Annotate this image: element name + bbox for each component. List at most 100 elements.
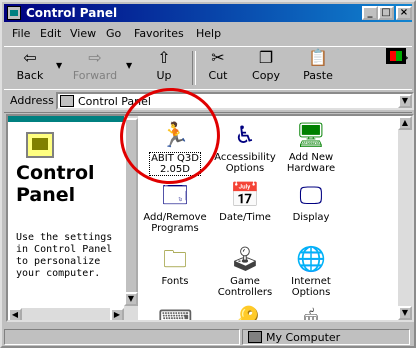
scroll-up-icon[interactable]: ▲ [398, 116, 412, 130]
paste-label: Paste [303, 69, 333, 82]
address-label: Address [10, 94, 54, 107]
up-label: Up [156, 69, 172, 82]
item-label: Date/Time [218, 212, 272, 223]
fonts-icon: 🗀 [163, 245, 187, 273]
calendar-icon: 📅 [230, 181, 260, 209]
forward-dropdown-icon[interactable]: ▼ [126, 61, 132, 70]
item-date-time[interactable]: 📅 Date/Time [212, 180, 278, 223]
label-line-2: Options [291, 287, 331, 298]
label-line-2: Controllers [217, 287, 273, 298]
vertical-scrollbar[interactable]: ▲ ▼ [398, 116, 412, 320]
copy-icon: ❐ [258, 48, 274, 67]
item-label: Display [292, 212, 331, 223]
item-fonts[interactable]: 🗀 Fonts [142, 244, 208, 287]
menu-help[interactable]: Help [196, 27, 221, 40]
label-line-1: Fonts [161, 276, 189, 287]
scroll-down-icon[interactable]: ▼ [124, 292, 138, 306]
forward-arrow-icon: ⇨ [88, 48, 102, 67]
scroll-left-icon[interactable]: ◀ [8, 308, 22, 320]
item-display[interactable]: 🖵 Display [278, 180, 344, 223]
title-line-1: Control [16, 162, 95, 184]
maximize-button[interactable]: □ [378, 6, 394, 20]
info-panel-title: Control Panel [16, 162, 95, 206]
item-label: Game Controllers [217, 276, 273, 298]
menu-view[interactable]: View [70, 27, 96, 40]
title-line-2: Panel [16, 184, 76, 206]
internet-icon: 🌐 [296, 245, 326, 273]
cut-button[interactable]: ✂ Cut [198, 49, 238, 87]
label-line-1: Add New [288, 152, 334, 163]
menu-file[interactable]: File [12, 27, 30, 40]
item-label: Add/Remove Programs [142, 212, 207, 234]
joystick-icon: 🕹 [229, 245, 261, 273]
hardware-icon: 🖥 [295, 121, 327, 149]
up-folder-icon: ⇧ [157, 48, 171, 67]
toolbar-more-button[interactable]: » [400, 51, 410, 89]
label-line-1: Game [230, 276, 260, 287]
control-panel-window: Control Panel _ □ × File Edit View Go Fa… [0, 0, 416, 348]
back-button[interactable]: ⇦ Back [8, 49, 52, 87]
item-label: Fonts [161, 276, 190, 287]
accessibility-icon: ♿ [234, 121, 256, 149]
toolbar-separator [192, 51, 196, 85]
scroll-down-icon[interactable]: ▼ [398, 306, 412, 320]
item-label: Add New Hardware [286, 152, 336, 174]
keyboard-icon: ⌨ [158, 305, 193, 322]
close-button[interactable]: × [396, 6, 412, 20]
address-dropdown-icon[interactable]: ▼ [398, 94, 412, 108]
title-bar[interactable]: Control Panel _ □ × [4, 4, 412, 22]
label-line-2: Programs [151, 223, 199, 234]
label-line-1: Display [292, 212, 330, 223]
minimize-button[interactable]: _ [362, 6, 378, 20]
label-line-1: Internet [291, 276, 331, 287]
paste-icon: 📋 [308, 48, 328, 67]
menu-edit[interactable]: Edit [40, 27, 61, 40]
display-icon: 🖵 [299, 181, 323, 209]
item-internet-options[interactable]: 🌐 Internet Options [278, 244, 344, 298]
address-field[interactable]: Control Panel ▼ [56, 92, 414, 110]
copy-label: Copy [252, 69, 280, 82]
item-keys[interactable]: 🔑 [212, 304, 278, 322]
control-panel-icon [7, 6, 21, 20]
copy-button[interactable]: ❐ Copy [244, 49, 288, 87]
control-panel-large-icon [26, 132, 54, 158]
forward-button[interactable]: ⇨ Forward [70, 49, 120, 87]
status-location: My Computer [266, 331, 341, 344]
label-line-1: Add/Remove [143, 212, 207, 223]
label-line-2: Hardware [286, 163, 336, 174]
scissors-icon: ✂ [211, 48, 225, 67]
horizontal-scrollbar[interactable]: ◀ ▶ [8, 308, 138, 320]
status-bar: My Computer [4, 328, 412, 346]
item-add-remove-programs[interactable]: 🗔 Add/Remove Programs [142, 180, 208, 234]
my-computer-icon [248, 331, 262, 343]
programs-icon: 🗔 [161, 181, 189, 209]
item-accessibility-options[interactable]: ♿ Accessibility Options [212, 120, 278, 174]
label-line-1: Date/Time [219, 212, 271, 223]
status-cell-main [4, 329, 240, 345]
mouse-icon: 🖱 [303, 305, 319, 322]
item-add-new-hardware[interactable]: 🖥 Add New Hardware [278, 120, 344, 174]
item-keyboard[interactable]: ⌨ [142, 304, 208, 322]
keys-icon: 🔑 [230, 305, 260, 322]
item-label: Internet Options [290, 276, 332, 298]
cut-label: Cut [208, 69, 228, 82]
up-button[interactable]: ⇧ Up [144, 49, 184, 87]
menu-bar: File Edit View Go Favorites Help [4, 24, 412, 64]
label-line-1: Accessibility [214, 152, 276, 163]
item-mouse[interactable]: 🖱 [278, 304, 344, 322]
toolbar: ⇦ Back ▼ ⇨ Forward ▼ ⇧ Up ✂ Cut ❐ Copy 📋… [4, 46, 412, 90]
menu-favorites[interactable]: Favorites [134, 27, 184, 40]
item-game-controllers[interactable]: 🕹 Game Controllers [212, 244, 278, 298]
forward-label: Forward [72, 69, 118, 82]
info-panel: Control Panel Use the settings in Contro… [8, 116, 138, 320]
scroll-right-icon[interactable]: ▶ [110, 308, 124, 320]
label-line-2: Options [225, 163, 265, 174]
control-panel-small-icon [60, 95, 74, 107]
back-label: Back [16, 69, 44, 82]
item-label: Accessibility Options [213, 152, 277, 174]
window-title: Control Panel [26, 6, 118, 20]
back-dropdown-icon[interactable]: ▼ [56, 61, 62, 70]
info-panel-description: Use the settings in Control Panel to per… [16, 232, 113, 279]
menu-go[interactable]: Go [106, 27, 121, 40]
paste-button[interactable]: 📋 Paste [296, 49, 340, 87]
